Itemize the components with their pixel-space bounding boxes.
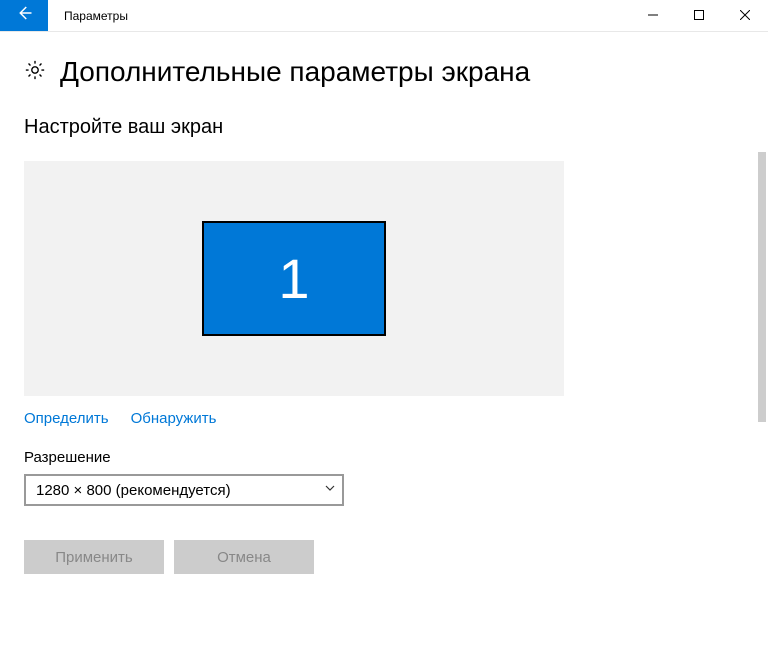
display-link-row: Определить Обнаружить bbox=[24, 410, 744, 427]
action-buttons: Применить Отмена bbox=[24, 540, 744, 574]
back-arrow-icon bbox=[15, 4, 33, 27]
maximize-icon bbox=[694, 7, 704, 25]
minimize-button[interactable] bbox=[630, 0, 676, 31]
cancel-button[interactable]: Отмена bbox=[174, 540, 314, 574]
window-controls bbox=[630, 0, 768, 31]
titlebar: Параметры bbox=[0, 0, 768, 32]
detect-link[interactable]: Обнаружить bbox=[131, 410, 217, 427]
content-area: Дополнительные параметры экрана Настройт… bbox=[0, 32, 768, 651]
close-icon bbox=[740, 7, 750, 25]
chevron-down-icon bbox=[324, 481, 336, 499]
page-title: Дополнительные параметры экрана bbox=[60, 56, 530, 88]
resolution-label: Разрешение bbox=[24, 449, 744, 466]
back-button[interactable] bbox=[0, 0, 48, 31]
apply-button[interactable]: Применить bbox=[24, 540, 164, 574]
resolution-selected: 1280 × 800 (рекомендуется) bbox=[36, 482, 231, 499]
display-arrangement[interactable]: 1 bbox=[24, 161, 564, 396]
identify-link[interactable]: Определить bbox=[24, 410, 109, 427]
maximize-button[interactable] bbox=[676, 0, 722, 31]
resolution-dropdown[interactable]: 1280 × 800 (рекомендуется) bbox=[24, 474, 344, 506]
section-heading: Настройте ваш экран bbox=[24, 116, 744, 139]
titlebar-drag-area[interactable] bbox=[128, 0, 630, 31]
gear-icon bbox=[24, 59, 46, 86]
monitor-number: 1 bbox=[278, 246, 309, 311]
minimize-icon bbox=[648, 7, 658, 25]
close-button[interactable] bbox=[722, 0, 768, 31]
monitor-tile-1[interactable]: 1 bbox=[202, 221, 386, 336]
window-title: Параметры bbox=[48, 0, 128, 31]
scrollbar-thumb[interactable] bbox=[758, 152, 766, 422]
page-header: Дополнительные параметры экрана bbox=[24, 56, 744, 88]
